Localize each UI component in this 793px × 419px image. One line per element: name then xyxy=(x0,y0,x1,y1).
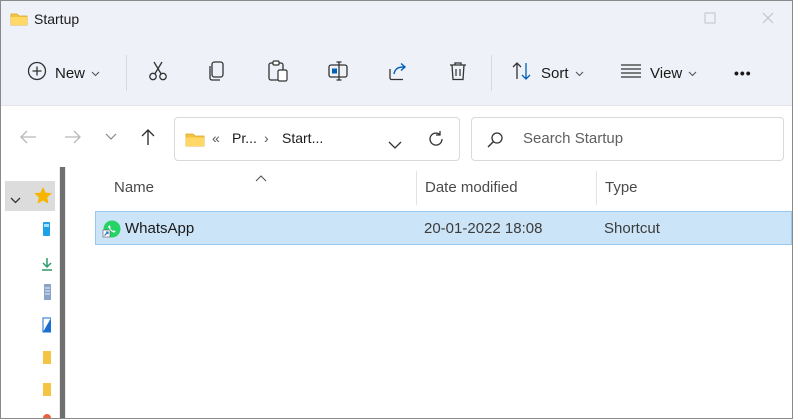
forward-button[interactable] xyxy=(62,126,84,148)
more-dots-icon: ••• xyxy=(734,65,752,81)
plus-circle-icon xyxy=(27,61,47,86)
new-button[interactable]: New xyxy=(27,55,100,91)
close-button[interactable] xyxy=(759,9,777,27)
file-name: WhatsApp xyxy=(125,220,195,237)
folder-icon xyxy=(10,11,28,32)
pictures-icon[interactable] xyxy=(41,317,55,333)
address-bar[interactable]: « Pr... › Start... xyxy=(174,117,460,161)
folder-icon xyxy=(185,131,205,153)
scissors-icon xyxy=(147,60,169,87)
copy-icon xyxy=(207,60,227,87)
music-icon[interactable] xyxy=(41,409,55,418)
sort-arrows-icon xyxy=(511,61,533,86)
search-input[interactable]: Search Startup xyxy=(471,117,784,161)
file-list: Name Date modified Type WhatsApp 20-01-2… xyxy=(95,167,792,418)
content-area: Name Date modified Type WhatsApp 20-01-2… xyxy=(1,167,792,418)
desktop-icon[interactable] xyxy=(41,221,55,237)
clipboard-icon xyxy=(267,59,289,88)
rename-icon xyxy=(327,60,349,87)
chevron-down-icon xyxy=(688,64,697,82)
view-label: View xyxy=(650,64,683,82)
trash-icon xyxy=(447,60,469,87)
copy-button[interactable] xyxy=(207,55,227,91)
back-button[interactable] xyxy=(17,126,39,148)
file-explorer-window: Startup New Sort View ••• « Pr... › Star… xyxy=(0,0,793,419)
breadcrumb-separator-icon: › xyxy=(264,130,269,146)
address-dropdown-icon[interactable] xyxy=(388,136,402,154)
toolbar-separator xyxy=(491,55,492,91)
chevron-down-icon[interactable] xyxy=(10,191,21,209)
search-placeholder: Search Startup xyxy=(523,130,624,147)
view-button[interactable]: View xyxy=(620,55,697,91)
quick-access-item[interactable] xyxy=(5,181,55,211)
breadcrumb-overflow[interactable]: « xyxy=(212,130,220,146)
column-header-type[interactable]: Type xyxy=(605,179,638,196)
column-separator[interactable] xyxy=(596,171,597,205)
share-button[interactable] xyxy=(387,55,409,91)
chevron-down-icon xyxy=(575,64,584,82)
title-bar: Startup xyxy=(1,1,792,41)
column-header-date[interactable]: Date modified xyxy=(425,179,518,196)
cut-button[interactable] xyxy=(147,55,169,91)
folder-icon[interactable] xyxy=(41,381,55,397)
column-header-row: Name Date modified Type xyxy=(95,167,792,209)
new-label: New xyxy=(55,64,86,82)
more-options-button[interactable]: ••• xyxy=(734,55,752,91)
sort-ascending-icon xyxy=(255,169,267,187)
sort-label: Sort xyxy=(541,64,569,82)
nav-scrollbar-thumb[interactable] xyxy=(60,167,65,418)
downloads-icon[interactable] xyxy=(41,257,55,273)
maximize-button[interactable] xyxy=(701,9,719,27)
file-type: Shortcut xyxy=(604,220,660,237)
refresh-icon[interactable] xyxy=(427,130,445,153)
star-icon xyxy=(33,186,53,210)
breadcrumb-item[interactable]: Pr... xyxy=(232,130,257,146)
file-row[interactable]: WhatsApp 20-01-2022 18:08 Shortcut xyxy=(95,211,792,245)
folder-icon[interactable] xyxy=(41,349,55,365)
column-header-name[interactable]: Name xyxy=(114,179,154,196)
file-date: 20-01-2022 18:08 xyxy=(424,220,543,237)
command-bar: New Sort View ••• xyxy=(1,41,792,105)
window-title: Startup xyxy=(34,11,80,27)
search-icon xyxy=(486,131,504,154)
breadcrumb-item[interactable]: Start... xyxy=(282,130,323,146)
address-row: « Pr... › Start... Search Startup xyxy=(1,105,792,167)
view-lines-icon xyxy=(620,63,642,84)
chevron-down-icon xyxy=(91,64,100,82)
recent-locations-button[interactable] xyxy=(100,126,122,148)
documents-icon[interactable] xyxy=(41,283,55,300)
paste-button[interactable] xyxy=(267,55,289,91)
toolbar-separator xyxy=(126,55,127,91)
sort-button[interactable]: Sort xyxy=(511,55,584,91)
share-icon xyxy=(387,60,409,87)
up-button[interactable] xyxy=(137,126,159,148)
column-separator[interactable] xyxy=(416,171,417,205)
whatsapp-shortcut-icon xyxy=(102,219,122,244)
rename-button[interactable] xyxy=(327,55,349,91)
delete-button[interactable] xyxy=(447,55,469,91)
navigation-pane xyxy=(1,167,71,418)
